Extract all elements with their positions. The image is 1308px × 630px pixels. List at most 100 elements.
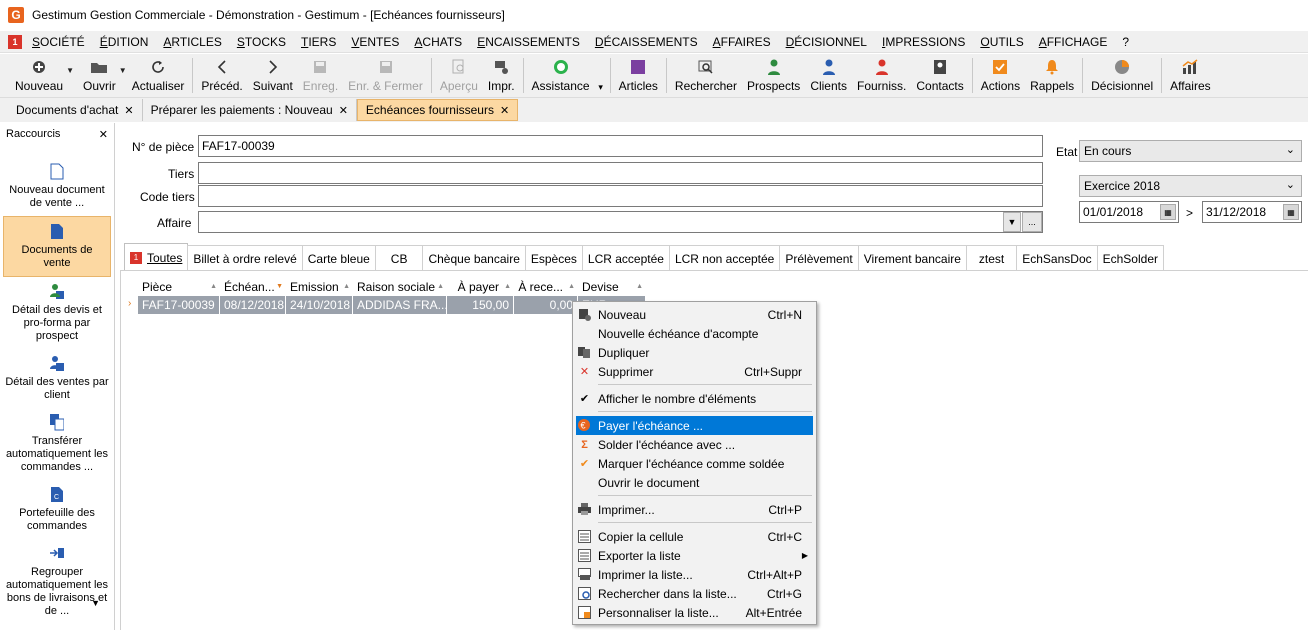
doc-tab-preparer-paiements[interactable]: Préparer les paiements : Nouveau ✕ [143, 99, 357, 121]
menu-decaissements[interactable]: DÉCAISSEMENTS [595, 35, 698, 49]
menu-item-dupliquer[interactable]: Dupliquer [573, 343, 816, 362]
tab-especes[interactable]: Espèces [524, 245, 583, 271]
sidebar-item-nouveau-document[interactable]: Nouveau document de vente ... [0, 157, 114, 216]
close-icon[interactable]: ✕ [339, 104, 348, 117]
column-header-raison-sociale[interactable]: Raison sociale ▲ [353, 278, 447, 296]
enreg-button[interactable]: Enreg. [298, 54, 343, 97]
assistance-button[interactable]: Assistance [527, 54, 595, 97]
articles-button[interactable]: Articles [614, 54, 663, 97]
menu-item-personnaliser-liste[interactable]: Personnaliser la liste... Alt+Entrée [573, 603, 816, 622]
menu-item-rechercher-liste[interactable]: Rechercher dans la liste... Ctrl+G [573, 584, 816, 603]
tab-lcr-non-acceptee[interactable]: LCR non acceptée [668, 245, 781, 271]
sidebar-item-transferer[interactable]: Transférer automatiquement les commandes… [0, 408, 114, 480]
menu-affichage[interactable]: AFFICHAGE [1039, 35, 1108, 49]
menu-item-supprimer[interactable]: ✕ Supprimer Ctrl+Suppr [573, 362, 816, 381]
ouvrir-button[interactable]: Ouvrir ▼ [78, 54, 127, 97]
menu-item-solder-echeance[interactable]: Σ Solder l'échéance avec ... [573, 435, 816, 454]
tab-toutes[interactable]: 1 Toutes [124, 243, 189, 271]
doc-tab-echeances-fournisseurs[interactable]: Echéances fournisseurs ✕ [356, 99, 519, 121]
cell-emission[interactable]: 24/10/2018 [286, 296, 353, 314]
tab-cheque-bancaire[interactable]: Chèque bancaire [422, 245, 526, 271]
sidebar-item-regrouper[interactable]: Regrouper automatiquement les bons de li… [0, 539, 114, 624]
menu-impressions[interactable]: IMPRESSIONS [882, 35, 965, 49]
tab-virement-bancaire[interactable]: Virement bancaire [857, 245, 967, 271]
enr-fermer-button[interactable]: Enr. & Fermer [343, 54, 428, 97]
menu-articles[interactable]: ARTICLES [163, 35, 221, 49]
menu-societe[interactable]: SOCIÉTÉ [32, 35, 85, 49]
precedent-button[interactable]: Précéd. [196, 54, 247, 97]
actualiser-button[interactable]: Actualiser [127, 54, 190, 97]
table-row[interactable]: FAF17-00039 08/12/2018 24/10/2018 ADDIDA… [138, 296, 646, 314]
menu-item-nouvelle-echeance-acompte[interactable]: Nouvelle échéance d'acompte [573, 324, 816, 343]
menu-decisionnel[interactable]: DÉCISIONNEL [786, 35, 867, 49]
affaires-button[interactable]: Affaires [1165, 54, 1215, 97]
close-icon[interactable]: ✕ [500, 104, 509, 117]
apercu-button[interactable]: Aperçu [435, 54, 483, 97]
menu-encaissements[interactable]: ENCAISSEMENTS [477, 35, 580, 49]
column-header-devise[interactable]: Devise ▲ [578, 278, 646, 296]
menu-ventes[interactable]: VENTES [351, 35, 399, 49]
affaire-browse-button[interactable]: ... [1022, 212, 1042, 232]
doc-tab-documents-achat[interactable]: Documents d'achat ✕ [8, 99, 143, 121]
menu-item-payer-echeance[interactable]: € Payer l'échéance ... [576, 416, 813, 435]
menu-affaires[interactable]: AFFAIRES [713, 35, 771, 49]
menu-help[interactable]: ? [1122, 35, 1129, 49]
menu-item-ouvrir-document[interactable]: Ouvrir le document [573, 473, 816, 492]
menu-item-marquer-soldee[interactable]: ✔ Marquer l'échéance comme soldée [573, 454, 816, 473]
date-from-field[interactable]: 01/01/2018 ▦ [1079, 201, 1179, 223]
tab-echsansdoc[interactable]: EchSansDoc [1016, 245, 1098, 271]
close-icon[interactable]: ✕ [124, 104, 133, 117]
cell-a-payer[interactable]: 150,00 [447, 296, 514, 314]
menu-item-imprimer[interactable]: Imprimer... Ctrl+P [573, 500, 816, 519]
close-icon[interactable]: ✕ [99, 128, 108, 141]
menu-item-afficher-nombre[interactable]: ✔ Afficher le nombre d'éléments [573, 389, 816, 408]
column-header-piece[interactable]: Pièce ▲ [138, 278, 220, 296]
menu-achats[interactable]: ACHATS [414, 35, 462, 49]
rechercher-button[interactable]: Rechercher [670, 54, 742, 97]
impr-button[interactable]: Impr. [483, 54, 520, 97]
piece-field[interactable]: FAF17-00039 [198, 135, 1043, 157]
column-header-a-payer[interactable]: À payer ▲ [447, 278, 514, 296]
tab-echsolder[interactable]: EchSolder [1096, 245, 1164, 271]
menu-item-exporter-liste[interactable]: Exporter la liste ▶ [573, 546, 816, 565]
column-header-a-recevoir[interactable]: À rece... ▲ [514, 278, 578, 296]
menu-edition[interactable]: ÉDITION [100, 35, 149, 49]
menu-outils[interactable]: OUTILS [980, 35, 1023, 49]
clients-button[interactable]: Clients [805, 54, 852, 97]
suivant-button[interactable]: Suivant [248, 54, 298, 97]
affaire-field[interactable] [198, 211, 1043, 233]
menu-item-imprimer-liste[interactable]: Imprimer la liste... Ctrl+Alt+P [573, 565, 816, 584]
tab-carte-bleue[interactable]: Carte bleue [301, 245, 376, 271]
etat-select[interactable]: En cours ⌄ [1079, 140, 1302, 162]
sidebar-item-detail-devis[interactable]: Détail des devis et pro-forma par prospe… [0, 277, 114, 349]
chevron-down-icon[interactable]: ▼ [119, 66, 127, 75]
tab-cb[interactable]: CB [374, 245, 424, 271]
menu-tiers[interactable]: TIERS [301, 35, 336, 49]
code-tiers-field[interactable] [198, 185, 1043, 207]
cell-piece[interactable]: FAF17-00039 [138, 296, 220, 314]
exercice-select[interactable]: Exercice 2018 ⌄ [1079, 175, 1302, 197]
nouveau-button[interactable]: Nouveau ▼ [10, 54, 74, 97]
menu-item-nouveau[interactable]: Nouveau Ctrl+N [573, 305, 816, 324]
decisionnel-button[interactable]: Décisionnel [1086, 54, 1158, 97]
actions-button[interactable]: Actions [976, 54, 1025, 97]
menu-item-copier-cellule[interactable]: Copier la cellule Ctrl+C [573, 527, 816, 546]
chevron-down-icon[interactable]: ▼ [66, 66, 74, 75]
prospects-button[interactable]: Prospects [742, 54, 805, 97]
sidebar-item-detail-ventes[interactable]: Détail des ventes par client [0, 349, 114, 408]
cell-raison-sociale[interactable]: ADDIDAS FRA... [353, 296, 447, 314]
cell-a-recevoir[interactable]: 0,00 [514, 296, 578, 314]
sidebar-item-documents-vente[interactable]: Documents de vente [3, 216, 111, 277]
tab-prelevement[interactable]: Prélèvement [779, 245, 859, 271]
affaire-dropdown-chevron-icon[interactable]: ▼ [1003, 212, 1021, 232]
rappels-button[interactable]: Rappels [1025, 54, 1079, 97]
tiers-field[interactable] [198, 162, 1043, 184]
column-header-emission[interactable]: Emission ▲ [286, 278, 353, 296]
cell-echeance[interactable]: 08/12/2018 [220, 296, 286, 314]
tab-lcr-acceptee[interactable]: LCR acceptée [581, 245, 670, 271]
toolbar-overflow-icon[interactable]: ▾ [595, 54, 607, 97]
tab-ztest[interactable]: ztest [965, 245, 1018, 271]
column-header-echeance[interactable]: Échéan... ▼ [220, 278, 286, 296]
calendar-icon[interactable]: ▦ [1283, 204, 1299, 220]
date-to-field[interactable]: 31/12/2018 ▦ [1202, 201, 1302, 223]
